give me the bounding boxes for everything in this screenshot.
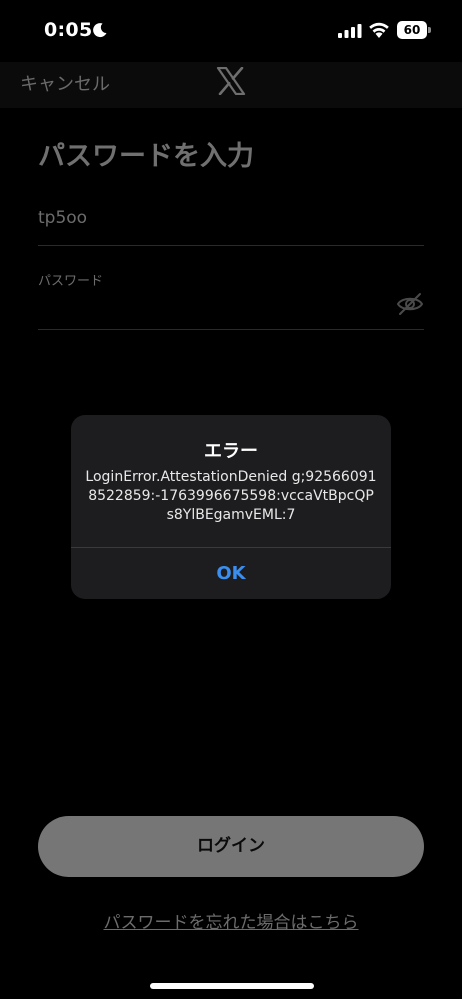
username-value: tp5oo (38, 208, 88, 228)
battery-icon: 60 (397, 21, 431, 39)
status-time: 0:05 (44, 19, 93, 41)
moon-icon (93, 23, 107, 38)
alert-message: LoginError.AttestationDenied g;925660918… (85, 469, 377, 523)
status-bar: 0:05 60 (0, 0, 462, 62)
ok-button[interactable]: OK (71, 548, 391, 599)
home-indicator[interactable] (150, 983, 314, 989)
battery-level: 60 (403, 23, 421, 37)
password-label: パスワード (38, 274, 104, 289)
wifi-icon (369, 22, 389, 38)
login-button[interactable]: ログイン (38, 816, 424, 877)
alert-title: エラー (204, 441, 258, 462)
nav-bar: キャンセル (0, 62, 462, 108)
eye-off-icon[interactable] (396, 292, 424, 316)
cancel-button[interactable]: キャンセル (20, 70, 110, 96)
error-alert: エラー LoginError.AttestationDenied g;92566… (71, 415, 391, 599)
x-logo (216, 67, 246, 95)
forgot-password-link[interactable]: パスワードを忘れた場合はこちら (0, 908, 462, 933)
signal-icon (338, 24, 362, 38)
password-field[interactable]: パスワード (38, 262, 424, 330)
username-field[interactable]: tp5oo (38, 196, 424, 246)
page-title: パスワードを入力 (38, 141, 254, 172)
